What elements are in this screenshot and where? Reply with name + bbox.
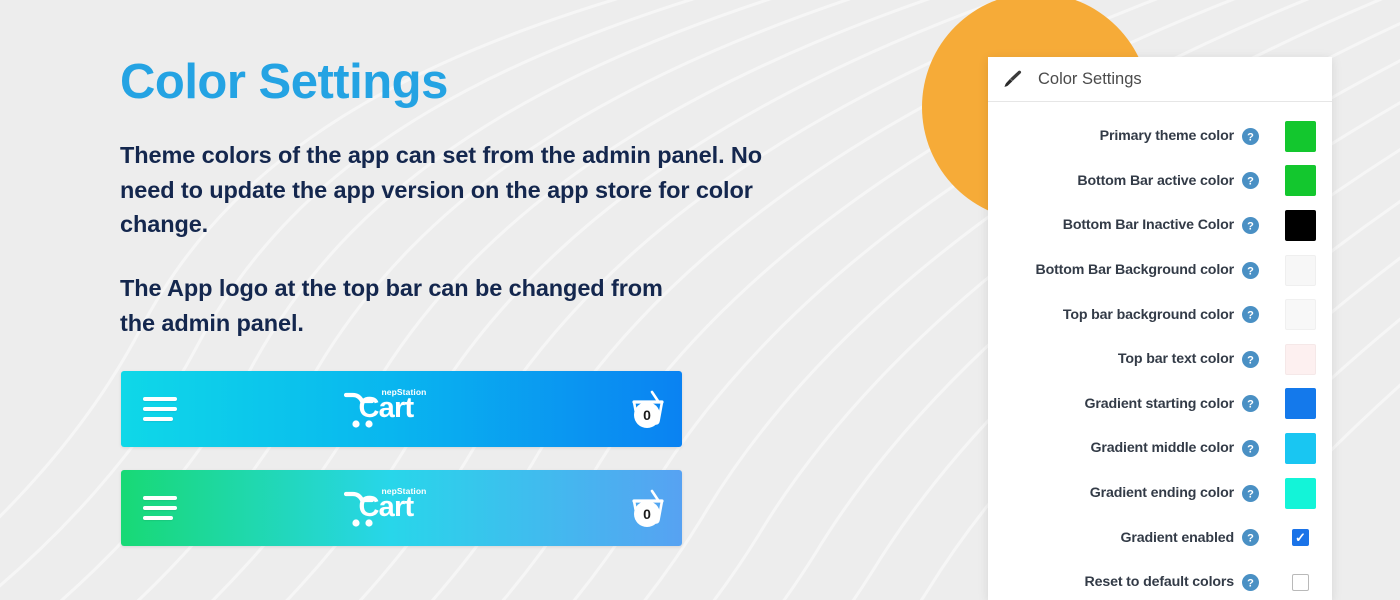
setting-row: Gradient ending color? bbox=[988, 471, 1332, 516]
svg-text:?: ? bbox=[1247, 176, 1254, 188]
hamburger-icon[interactable] bbox=[143, 496, 189, 520]
hamburger-line bbox=[143, 496, 177, 500]
panel-header: Color Settings bbox=[988, 57, 1332, 102]
appbar-preview-blue: nepStation Cart 0 bbox=[121, 371, 682, 447]
cart-button[interactable]: 0 bbox=[596, 390, 670, 428]
color-swatch[interactable] bbox=[1285, 120, 1316, 152]
color-swatch[interactable] bbox=[1285, 388, 1316, 420]
setting-label: Gradient starting color bbox=[1084, 395, 1235, 412]
app-logo: nepStation Cart bbox=[189, 485, 596, 531]
hamburger-line bbox=[143, 407, 177, 411]
page-title: Color Settings bbox=[120, 55, 448, 109]
left-content-column: Color Settings Theme colors of the app c… bbox=[120, 55, 820, 341]
color-settings-panel: Color Settings Primary theme color? Botto… bbox=[988, 57, 1332, 600]
hamburger-line bbox=[143, 516, 173, 520]
hamburger-line bbox=[143, 397, 177, 401]
color-swatch[interactable] bbox=[1285, 209, 1316, 241]
setting-label: Reset to default colors bbox=[1084, 574, 1235, 591]
help-circle-icon[interactable]: ? bbox=[1242, 529, 1259, 547]
logo-word: Cart bbox=[358, 491, 415, 523]
hamburger-line bbox=[143, 506, 177, 510]
svg-text:?: ? bbox=[1247, 533, 1254, 545]
setting-row: Bottom Bar active color? bbox=[988, 159, 1332, 204]
panel-title: Color Settings bbox=[1038, 69, 1142, 88]
help-circle-icon[interactable]: ? bbox=[1242, 127, 1259, 145]
setting-row: Primary theme color? bbox=[988, 114, 1332, 159]
description-paragraph-2: The App logo at the top bar can be chang… bbox=[120, 275, 663, 336]
setting-label: Bottom Bar Background color bbox=[1035, 262, 1234, 279]
svg-text:?: ? bbox=[1247, 310, 1254, 322]
svg-text:?: ? bbox=[1247, 131, 1254, 143]
help-circle-icon[interactable]: ? bbox=[1242, 573, 1259, 591]
setting-row: Top bar background color? bbox=[988, 292, 1332, 337]
settings-row-list: Primary theme color? Bottom Bar active co… bbox=[988, 102, 1332, 600]
setting-row: Top bar text color? bbox=[988, 337, 1332, 382]
help-circle-icon[interactable]: ? bbox=[1242, 306, 1259, 324]
setting-row: Reset to default colors? bbox=[988, 560, 1332, 600]
setting-label: Gradient enabled bbox=[1120, 529, 1235, 546]
appbar-preview-green: nepStation Cart 0 bbox=[121, 470, 682, 546]
setting-label: Bottom Bar active color bbox=[1077, 172, 1234, 189]
help-circle-icon[interactable]: ? bbox=[1242, 261, 1259, 279]
setting-label: Gradient ending color bbox=[1089, 485, 1234, 502]
app-logo: nepStation Cart bbox=[189, 386, 596, 432]
help-circle-icon[interactable]: ? bbox=[1242, 350, 1259, 368]
setting-row: Bottom Bar Background color? bbox=[988, 248, 1332, 293]
setting-row: Bottom Bar Inactive Color? bbox=[988, 203, 1332, 248]
setting-row: Gradient middle color? bbox=[988, 426, 1332, 471]
svg-text:?: ? bbox=[1247, 444, 1254, 456]
svg-text:?: ? bbox=[1247, 399, 1254, 411]
paint-brush-icon bbox=[1002, 68, 1024, 90]
cart-count-badge: 0 bbox=[634, 402, 660, 428]
svg-text:?: ? bbox=[1247, 221, 1254, 233]
logo-word: Cart bbox=[358, 392, 415, 424]
description-paragraph-1: Theme colors of the app can set from the… bbox=[120, 141, 763, 238]
cart-button[interactable]: 0 bbox=[596, 489, 670, 527]
svg-text:?: ? bbox=[1247, 265, 1254, 277]
setting-label: Top bar text color bbox=[1117, 351, 1234, 368]
svg-text:?: ? bbox=[1247, 488, 1254, 500]
slide-canvas: Color Settings Theme colors of the app c… bbox=[0, 0, 1400, 600]
check-icon: ✓ bbox=[1295, 530, 1306, 546]
color-swatch[interactable] bbox=[1285, 343, 1316, 375]
help-circle-icon[interactable]: ? bbox=[1242, 172, 1259, 190]
svg-text:?: ? bbox=[1247, 354, 1254, 366]
help-circle-icon[interactable]: ? bbox=[1242, 439, 1259, 457]
hamburger-line bbox=[143, 417, 173, 421]
checkbox[interactable]: ✓ bbox=[1292, 529, 1309, 547]
help-circle-icon[interactable]: ? bbox=[1242, 484, 1259, 502]
setting-label: Gradient middle color bbox=[1090, 440, 1235, 457]
setting-label: Top bar background color bbox=[1062, 306, 1234, 323]
hamburger-icon[interactable] bbox=[143, 397, 189, 421]
color-swatch[interactable] bbox=[1285, 432, 1316, 464]
help-circle-icon[interactable]: ? bbox=[1242, 395, 1259, 413]
color-swatch[interactable] bbox=[1285, 477, 1316, 509]
help-circle-icon[interactable]: ? bbox=[1242, 216, 1259, 234]
setting-row: Gradient starting color? bbox=[988, 382, 1332, 427]
color-swatch[interactable] bbox=[1285, 299, 1316, 331]
setting-row: Gradient enabled? ✓ bbox=[988, 515, 1332, 560]
checkbox[interactable] bbox=[1292, 573, 1309, 591]
setting-label: Primary theme color bbox=[1099, 128, 1235, 145]
color-swatch[interactable] bbox=[1285, 254, 1316, 286]
cart-count-badge: 0 bbox=[634, 501, 660, 527]
setting-label: Bottom Bar Inactive Color bbox=[1062, 217, 1234, 234]
svg-text:?: ? bbox=[1247, 577, 1254, 589]
color-swatch[interactable] bbox=[1285, 165, 1316, 197]
